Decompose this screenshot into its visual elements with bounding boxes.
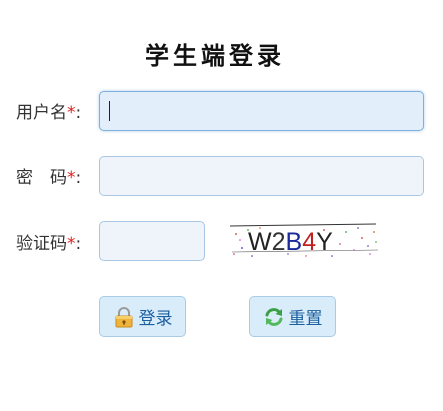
captcha-input[interactable]	[99, 221, 205, 261]
lock-icon	[113, 306, 135, 328]
password-input[interactable]	[99, 156, 424, 196]
password-label: 密 码*:	[16, 163, 81, 188]
login-button-label: 登录	[138, 309, 173, 329]
required-mark: *	[67, 234, 76, 254]
captcha-label-text: 验证码	[16, 234, 67, 254]
text-cursor	[109, 101, 110, 121]
login-page: 学生端登录 用户名*: 密 码*: 验证码*: W2B4Y 登录 重置	[0, 0, 443, 411]
label-colon: :	[75, 234, 82, 254]
captcha-image[interactable]: W2B4Y	[228, 220, 380, 260]
required-mark: *	[67, 103, 76, 123]
password-label-text: 密 码	[16, 168, 67, 188]
reset-button-label: 重置	[288, 309, 323, 329]
username-label: 用户名*:	[16, 98, 81, 123]
captcha-text: W2B4Y	[248, 228, 333, 256]
required-mark: *	[67, 168, 76, 188]
username-input[interactable]	[99, 91, 424, 131]
reset-button[interactable]: 重置	[249, 296, 336, 337]
refresh-icon	[263, 306, 285, 328]
login-button[interactable]: 登录	[99, 296, 186, 337]
page-title: 学生端登录	[145, 42, 285, 70]
label-colon: :	[75, 103, 82, 123]
username-label-text: 用户名	[16, 103, 67, 123]
label-colon: :	[75, 168, 82, 188]
captcha-label: 验证码*:	[16, 229, 81, 254]
